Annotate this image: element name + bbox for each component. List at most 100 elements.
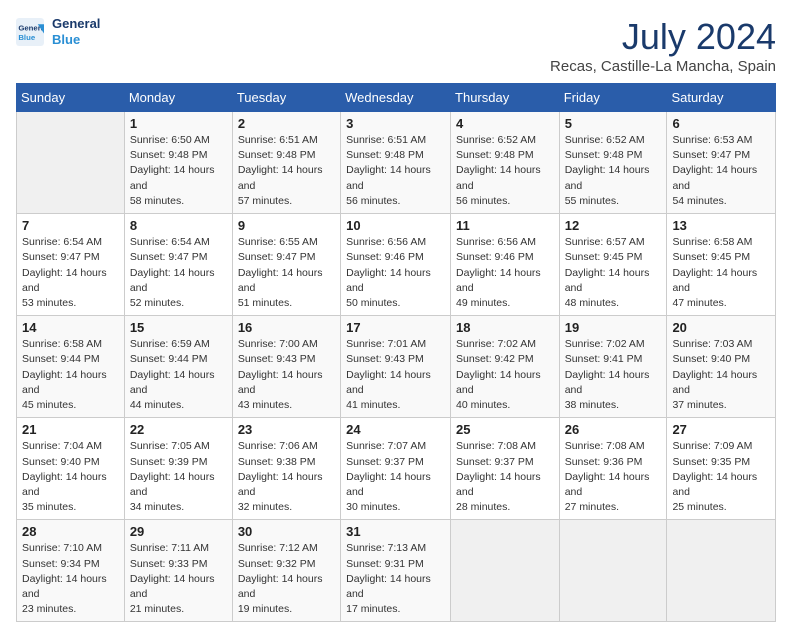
calendar-week-row: 1 Sunrise: 6:50 AMSunset: 9:48 PMDaylight… [17, 112, 776, 214]
weekday-header-saturday: Saturday [667, 84, 776, 112]
calendar-week-row: 14 Sunrise: 6:58 AMSunset: 9:44 PMDayligh… [17, 316, 776, 418]
month-title: July 2024 [550, 16, 776, 58]
day-number: 3 [346, 116, 445, 131]
day-info: Sunrise: 7:06 AMSunset: 9:38 PMDaylight:… [238, 439, 335, 515]
calendar-table: SundayMondayTuesdayWednesdayThursdayFrid… [16, 83, 776, 622]
day-info: Sunrise: 7:02 AMSunset: 9:42 PMDaylight:… [456, 337, 554, 413]
day-number: 5 [565, 116, 662, 131]
day-info: Sunrise: 7:08 AMSunset: 9:36 PMDaylight:… [565, 439, 662, 515]
day-number: 8 [130, 218, 227, 233]
calendar-cell [667, 520, 776, 622]
location-subtitle: Recas, Castille-La Mancha, Spain [550, 58, 776, 75]
day-number: 19 [565, 320, 662, 335]
logo-icon: General Blue [16, 18, 44, 46]
logo-text: GeneralBlue [52, 16, 100, 47]
day-number: 21 [22, 422, 119, 437]
calendar-cell: 31Sunrise: 7:13 AMSunset: 9:31 PMDayligh… [341, 520, 451, 622]
calendar-cell: 6 Sunrise: 6:53 AMSunset: 9:47 PMDaylight… [667, 112, 776, 214]
day-info: Sunrise: 7:08 AMSunset: 9:37 PMDaylight:… [456, 439, 554, 515]
calendar-cell: 25Sunrise: 7:08 AMSunset: 9:37 PMDayligh… [451, 418, 560, 520]
day-number: 29 [130, 524, 227, 539]
calendar-cell: 29 Sunrise: 7:11 AMSunset: 9:33 PMDayligh… [124, 520, 232, 622]
weekday-header-thursday: Thursday [451, 84, 560, 112]
calendar-cell: 27Sunrise: 7:09 AMSunset: 9:35 PMDayligh… [667, 418, 776, 520]
calendar-week-row: 28 Sunrise: 7:10 AMSunset: 9:34 PMDayligh… [17, 520, 776, 622]
day-info: Sunrise: 7:00 AMSunset: 9:43 PMDaylight:… [238, 337, 335, 413]
day-info: Sunrise: 7:13 AMSunset: 9:31 PMDaylight:… [346, 541, 445, 617]
calendar-cell: 9Sunrise: 6:55 AMSunset: 9:47 PMDaylight… [232, 214, 340, 316]
day-number: 14 [22, 320, 119, 335]
calendar-cell: 21 Sunrise: 7:04 AMSunset: 9:40 PMDayligh… [17, 418, 125, 520]
calendar-cell: 24 Sunrise: 7:07 AMSunset: 9:37 PMDayligh… [341, 418, 451, 520]
day-info: Sunrise: 7:05 AMSunset: 9:39 PMDaylight:… [130, 439, 227, 515]
day-info: Sunrise: 7:04 AMSunset: 9:40 PMDaylight:… [22, 439, 119, 515]
day-number: 12 [565, 218, 662, 233]
day-info: Sunrise: 6:51 AMSunset: 9:48 PMDaylight:… [346, 133, 445, 209]
calendar-cell: 11Sunrise: 6:56 AMSunset: 9:46 PMDayligh… [451, 214, 560, 316]
svg-text:Blue: Blue [18, 32, 36, 41]
day-number: 16 [238, 320, 335, 335]
day-info: Sunrise: 7:10 AMSunset: 9:34 PMDaylight:… [22, 541, 119, 617]
calendar-cell: 30 Sunrise: 7:12 AMSunset: 9:32 PMDayligh… [232, 520, 340, 622]
calendar-body: 1 Sunrise: 6:50 AMSunset: 9:48 PMDaylight… [17, 112, 776, 622]
calendar-cell: 19 Sunrise: 7:02 AMSunset: 9:41 PMDayligh… [559, 316, 667, 418]
page-header: General Blue GeneralBlue July 2024 Recas… [16, 16, 776, 75]
day-info: Sunrise: 7:11 AMSunset: 9:33 PMDaylight:… [130, 541, 227, 617]
weekday-header-tuesday: Tuesday [232, 84, 340, 112]
calendar-header: SundayMondayTuesdayWednesdayThursdayFrid… [17, 84, 776, 112]
day-number: 6 [672, 116, 770, 131]
weekday-header-sunday: Sunday [17, 84, 125, 112]
day-info: Sunrise: 6:54 AMSunset: 9:47 PMDaylight:… [22, 235, 119, 311]
day-number: 11 [456, 218, 554, 233]
calendar-cell: 7 Sunrise: 6:54 AMSunset: 9:47 PMDaylight… [17, 214, 125, 316]
calendar-cell: 20 Sunrise: 7:03 AMSunset: 9:40 PMDayligh… [667, 316, 776, 418]
day-info: Sunrise: 7:12 AMSunset: 9:32 PMDaylight:… [238, 541, 335, 617]
calendar-cell [559, 520, 667, 622]
day-number: 13 [672, 218, 770, 233]
day-number: 2 [238, 116, 335, 131]
day-info: Sunrise: 7:01 AMSunset: 9:43 PMDaylight:… [346, 337, 445, 413]
day-info: Sunrise: 6:58 AMSunset: 9:45 PMDaylight:… [672, 235, 770, 311]
day-number: 26 [565, 422, 662, 437]
weekday-header-friday: Friday [559, 84, 667, 112]
day-info: Sunrise: 7:02 AMSunset: 9:41 PMDaylight:… [565, 337, 662, 413]
day-number: 24 [346, 422, 445, 437]
day-info: Sunrise: 6:57 AMSunset: 9:45 PMDaylight:… [565, 235, 662, 311]
calendar-cell: 4Sunrise: 6:52 AMSunset: 9:48 PMDaylight… [451, 112, 560, 214]
day-info: Sunrise: 7:09 AMSunset: 9:35 PMDaylight:… [672, 439, 770, 515]
day-info: Sunrise: 6:58 AMSunset: 9:44 PMDaylight:… [22, 337, 119, 413]
day-info: Sunrise: 6:51 AMSunset: 9:48 PMDaylight:… [238, 133, 335, 209]
calendar-cell: 1 Sunrise: 6:50 AMSunset: 9:48 PMDaylight… [124, 112, 232, 214]
calendar-cell [17, 112, 125, 214]
day-number: 28 [22, 524, 119, 539]
day-info: Sunrise: 6:59 AMSunset: 9:44 PMDaylight:… [130, 337, 227, 413]
calendar-cell: 2 Sunrise: 6:51 AMSunset: 9:48 PMDaylight… [232, 112, 340, 214]
day-info: Sunrise: 6:50 AMSunset: 9:48 PMDaylight:… [130, 133, 227, 209]
day-number: 7 [22, 218, 119, 233]
day-info: Sunrise: 7:03 AMSunset: 9:40 PMDaylight:… [672, 337, 770, 413]
day-number: 15 [130, 320, 227, 335]
day-number: 30 [238, 524, 335, 539]
calendar-cell: 8Sunrise: 6:54 AMSunset: 9:47 PMDaylight… [124, 214, 232, 316]
calendar-cell: 14 Sunrise: 6:58 AMSunset: 9:44 PMDayligh… [17, 316, 125, 418]
day-info: Sunrise: 6:52 AMSunset: 9:48 PMDaylight:… [456, 133, 554, 209]
calendar-cell: 28 Sunrise: 7:10 AMSunset: 9:34 PMDayligh… [17, 520, 125, 622]
day-info: Sunrise: 6:53 AMSunset: 9:47 PMDaylight:… [672, 133, 770, 209]
logo: General Blue GeneralBlue [16, 16, 100, 47]
day-number: 10 [346, 218, 445, 233]
day-info: Sunrise: 6:56 AMSunset: 9:46 PMDaylight:… [346, 235, 445, 311]
title-block: July 2024 Recas, Castille-La Mancha, Spa… [550, 16, 776, 75]
day-number: 17 [346, 320, 445, 335]
day-number: 1 [130, 116, 227, 131]
day-number: 18 [456, 320, 554, 335]
day-number: 9 [238, 218, 335, 233]
calendar-cell: 5Sunrise: 6:52 AMSunset: 9:48 PMDaylight… [559, 112, 667, 214]
calendar-week-row: 21 Sunrise: 7:04 AMSunset: 9:40 PMDayligh… [17, 418, 776, 520]
day-info: Sunrise: 7:07 AMSunset: 9:37 PMDaylight:… [346, 439, 445, 515]
calendar-cell: 17 Sunrise: 7:01 AMSunset: 9:43 PMDayligh… [341, 316, 451, 418]
calendar-cell: 13 Sunrise: 6:58 AMSunset: 9:45 PMDayligh… [667, 214, 776, 316]
day-number: 20 [672, 320, 770, 335]
calendar-cell [451, 520, 560, 622]
calendar-cell: 26 Sunrise: 7:08 AMSunset: 9:36 PMDayligh… [559, 418, 667, 520]
calendar-cell: 18 Sunrise: 7:02 AMSunset: 9:42 PMDayligh… [451, 316, 560, 418]
